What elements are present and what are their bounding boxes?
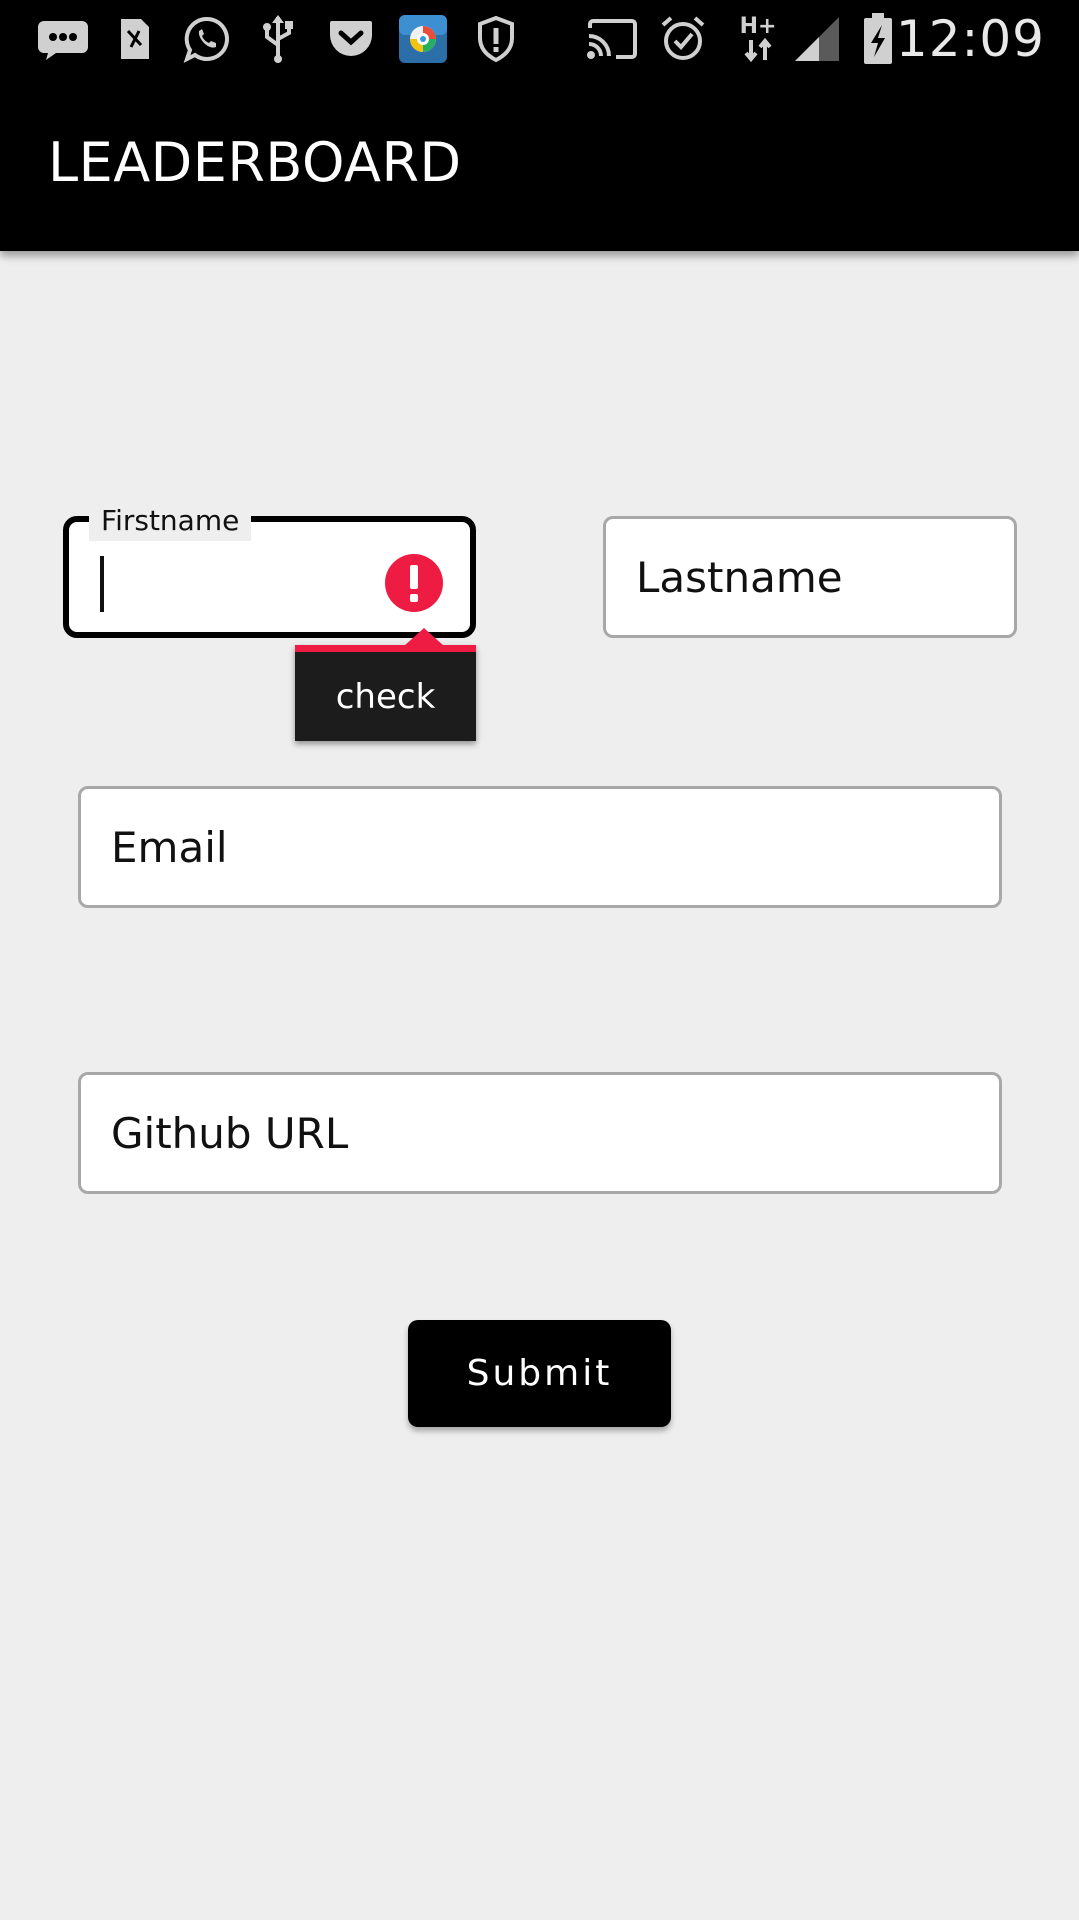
alarm-icon bbox=[659, 14, 707, 64]
network-type-label: H+ bbox=[739, 14, 777, 39]
lastname-placeholder: Lastname bbox=[636, 552, 843, 602]
github-url-field[interactable]: Github URL bbox=[78, 1072, 1002, 1194]
tooltip-arrow bbox=[404, 628, 444, 646]
pocket-icon bbox=[327, 14, 375, 64]
app-title: LEADERBOARD bbox=[48, 131, 462, 194]
email-placeholder: Email bbox=[111, 822, 228, 872]
cast-icon bbox=[585, 14, 639, 64]
error-tooltip: check bbox=[295, 628, 476, 741]
text-cursor bbox=[100, 556, 104, 612]
usb-icon bbox=[260, 14, 296, 64]
status-time: 12:09 bbox=[895, 10, 1045, 68]
lastname-field[interactable]: Lastname bbox=[603, 516, 1017, 638]
firstname-label: Firstname bbox=[89, 501, 252, 541]
status-bar: H+ 12:09 bbox=[0, 0, 1079, 78]
shield-icon bbox=[476, 14, 516, 64]
submit-button[interactable]: Submit bbox=[408, 1320, 671, 1427]
email-field[interactable]: Email bbox=[78, 786, 1002, 908]
battery-charging-icon bbox=[862, 13, 894, 64]
whatsapp-icon bbox=[181, 14, 233, 64]
tooltip-message: check bbox=[295, 652, 476, 741]
tooltip-accent-bar bbox=[295, 645, 476, 652]
error-icon[interactable] bbox=[385, 554, 443, 612]
launcher-app-icon bbox=[398, 14, 448, 64]
firstname-field[interactable]: Firstname bbox=[63, 501, 476, 638]
messages-icon bbox=[36, 14, 90, 64]
github-url-placeholder: Github URL bbox=[111, 1108, 349, 1158]
sim-card-icon bbox=[118, 14, 152, 64]
app-bar: LEADERBOARD bbox=[0, 78, 1079, 251]
network-data-icon: H+ bbox=[737, 14, 779, 64]
signal-icon bbox=[792, 14, 842, 64]
